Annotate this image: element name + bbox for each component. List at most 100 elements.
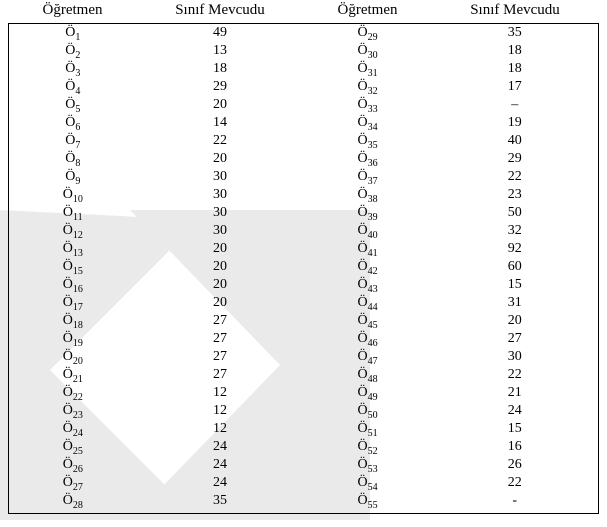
teacher-cell: Ö28 xyxy=(9,492,137,514)
value-cell: 30 xyxy=(137,222,304,240)
teacher-cell: Ö43 xyxy=(304,276,432,294)
teacher-cell: Ö9 xyxy=(9,168,137,186)
teacher-cell: Ö42 xyxy=(304,258,432,276)
value-cell: 20 xyxy=(137,276,304,294)
value-cell: 35 xyxy=(137,492,304,514)
teacher-cell: Ö5 xyxy=(9,96,137,114)
teacher-cell: Ö8 xyxy=(9,150,137,168)
teacher-cell: Ö26 xyxy=(9,456,137,474)
value-cell: 49 xyxy=(137,24,304,43)
teacher-cell: Ö51 xyxy=(304,420,432,438)
teacher-cell: Ö31 xyxy=(304,60,432,78)
teacher-cell: Ö40 xyxy=(304,222,432,240)
value-cell: 24 xyxy=(137,456,304,474)
table-row: Ö820Ö3629 xyxy=(9,150,599,168)
value-cell: 24 xyxy=(137,438,304,456)
table-row: Ö2524Ö5216 xyxy=(9,438,599,456)
value-cell: 15 xyxy=(432,276,599,294)
value-cell: 27 xyxy=(137,330,304,348)
header-teacher-left: Öğretmen xyxy=(9,0,137,24)
table-row: Ö1130Ö3950 xyxy=(9,204,599,222)
teacher-cell: Ö49 xyxy=(304,384,432,402)
table-row: Ö2412Ö5115 xyxy=(9,420,599,438)
header-classsize-right: Sınıf Mevcudu xyxy=(432,0,599,24)
teacher-cell: Ö23 xyxy=(9,402,137,420)
value-cell: 27 xyxy=(432,330,599,348)
value-cell: 12 xyxy=(137,384,304,402)
table-row: Ö614Ö3419 xyxy=(9,114,599,132)
table-row: Ö149Ö2935 xyxy=(9,24,599,43)
teacher-cell: Ö47 xyxy=(304,348,432,366)
teacher-cell: Ö4 xyxy=(9,78,137,96)
value-cell: 30 xyxy=(137,168,304,186)
table-row: Ö1520Ö4260 xyxy=(9,258,599,276)
value-cell: 27 xyxy=(137,348,304,366)
value-cell: 30 xyxy=(432,348,599,366)
value-cell: 19 xyxy=(432,114,599,132)
value-cell: 23 xyxy=(432,186,599,204)
header-teacher-right: Öğretmen xyxy=(304,0,432,24)
teacher-cell: Ö11 xyxy=(9,204,137,222)
table-row: Ö2127Ö4822 xyxy=(9,366,599,384)
teacher-cell: Ö27 xyxy=(9,474,137,492)
table-row: Ö2624Ö5326 xyxy=(9,456,599,474)
value-cell: 22 xyxy=(432,168,599,186)
value-cell: 12 xyxy=(137,402,304,420)
teacher-cell: Ö46 xyxy=(304,330,432,348)
value-cell: 22 xyxy=(432,366,599,384)
value-cell: 30 xyxy=(137,204,304,222)
teacher-cell: Ö52 xyxy=(304,438,432,456)
value-cell: 16 xyxy=(432,438,599,456)
teacher-cell: Ö34 xyxy=(304,114,432,132)
value-cell: 20 xyxy=(432,312,599,330)
table-row: Ö1827Ö4520 xyxy=(9,312,599,330)
teacher-cell: Ö22 xyxy=(9,384,137,402)
table-row: Ö429Ö3217 xyxy=(9,78,599,96)
teacher-cell: Ö6 xyxy=(9,114,137,132)
teacher-cell: Ö29 xyxy=(304,24,432,43)
value-cell: 13 xyxy=(137,42,304,60)
teacher-cell: Ö7 xyxy=(9,132,137,150)
teacher-cell: Ö15 xyxy=(9,258,137,276)
teacher-cell: Ö45 xyxy=(304,312,432,330)
value-cell: - xyxy=(432,492,599,514)
teacher-cell: Ö17 xyxy=(9,294,137,312)
table-row: Ö1720Ö4431 xyxy=(9,294,599,312)
value-cell: 50 xyxy=(432,204,599,222)
header-classsize-left: Sınıf Mevcudu xyxy=(137,0,304,24)
teacher-cell: Ö50 xyxy=(304,402,432,420)
value-cell: 18 xyxy=(137,60,304,78)
value-cell: 12 xyxy=(137,420,304,438)
table-row: Ö2212Ö4921 xyxy=(9,384,599,402)
value-cell: 18 xyxy=(432,42,599,60)
teacher-cell: Ö13 xyxy=(9,240,137,258)
teacher-cell: Ö41 xyxy=(304,240,432,258)
table-row: Ö318Ö3118 xyxy=(9,60,599,78)
teacher-cell: Ö24 xyxy=(9,420,137,438)
value-cell: 18 xyxy=(432,60,599,78)
value-cell: 14 xyxy=(137,114,304,132)
teacher-cell: Ö35 xyxy=(304,132,432,150)
table-header-row: Öğretmen Sınıf Mevcudu Öğretmen Sınıf Me… xyxy=(9,0,599,24)
value-cell: 29 xyxy=(432,150,599,168)
value-cell: 30 xyxy=(137,186,304,204)
teacher-cell: Ö54 xyxy=(304,474,432,492)
teacher-cell: Ö44 xyxy=(304,294,432,312)
value-cell: 40 xyxy=(432,132,599,150)
value-cell: 27 xyxy=(137,312,304,330)
teacher-cell: Ö18 xyxy=(9,312,137,330)
value-cell: 20 xyxy=(137,96,304,114)
table-row: Ö1927Ö4627 xyxy=(9,330,599,348)
teacher-cell: Ö33 xyxy=(304,96,432,114)
teacher-cell: Ö10 xyxy=(9,186,137,204)
value-cell: 31 xyxy=(432,294,599,312)
table-row: Ö1030Ö3823 xyxy=(9,186,599,204)
table-row: Ö1620Ö4315 xyxy=(9,276,599,294)
data-table: Öğretmen Sınıf Mevcudu Öğretmen Sınıf Me… xyxy=(8,0,599,514)
table-row: Ö1230Ö4032 xyxy=(9,222,599,240)
value-cell: 29 xyxy=(137,78,304,96)
table-row: Ö930Ö3722 xyxy=(9,168,599,186)
table-row: Ö213Ö3018 xyxy=(9,42,599,60)
teacher-cell: Ö25 xyxy=(9,438,137,456)
table-body: Ö149Ö2935Ö213Ö3018Ö318Ö3118Ö429Ö3217Ö520… xyxy=(9,24,599,514)
